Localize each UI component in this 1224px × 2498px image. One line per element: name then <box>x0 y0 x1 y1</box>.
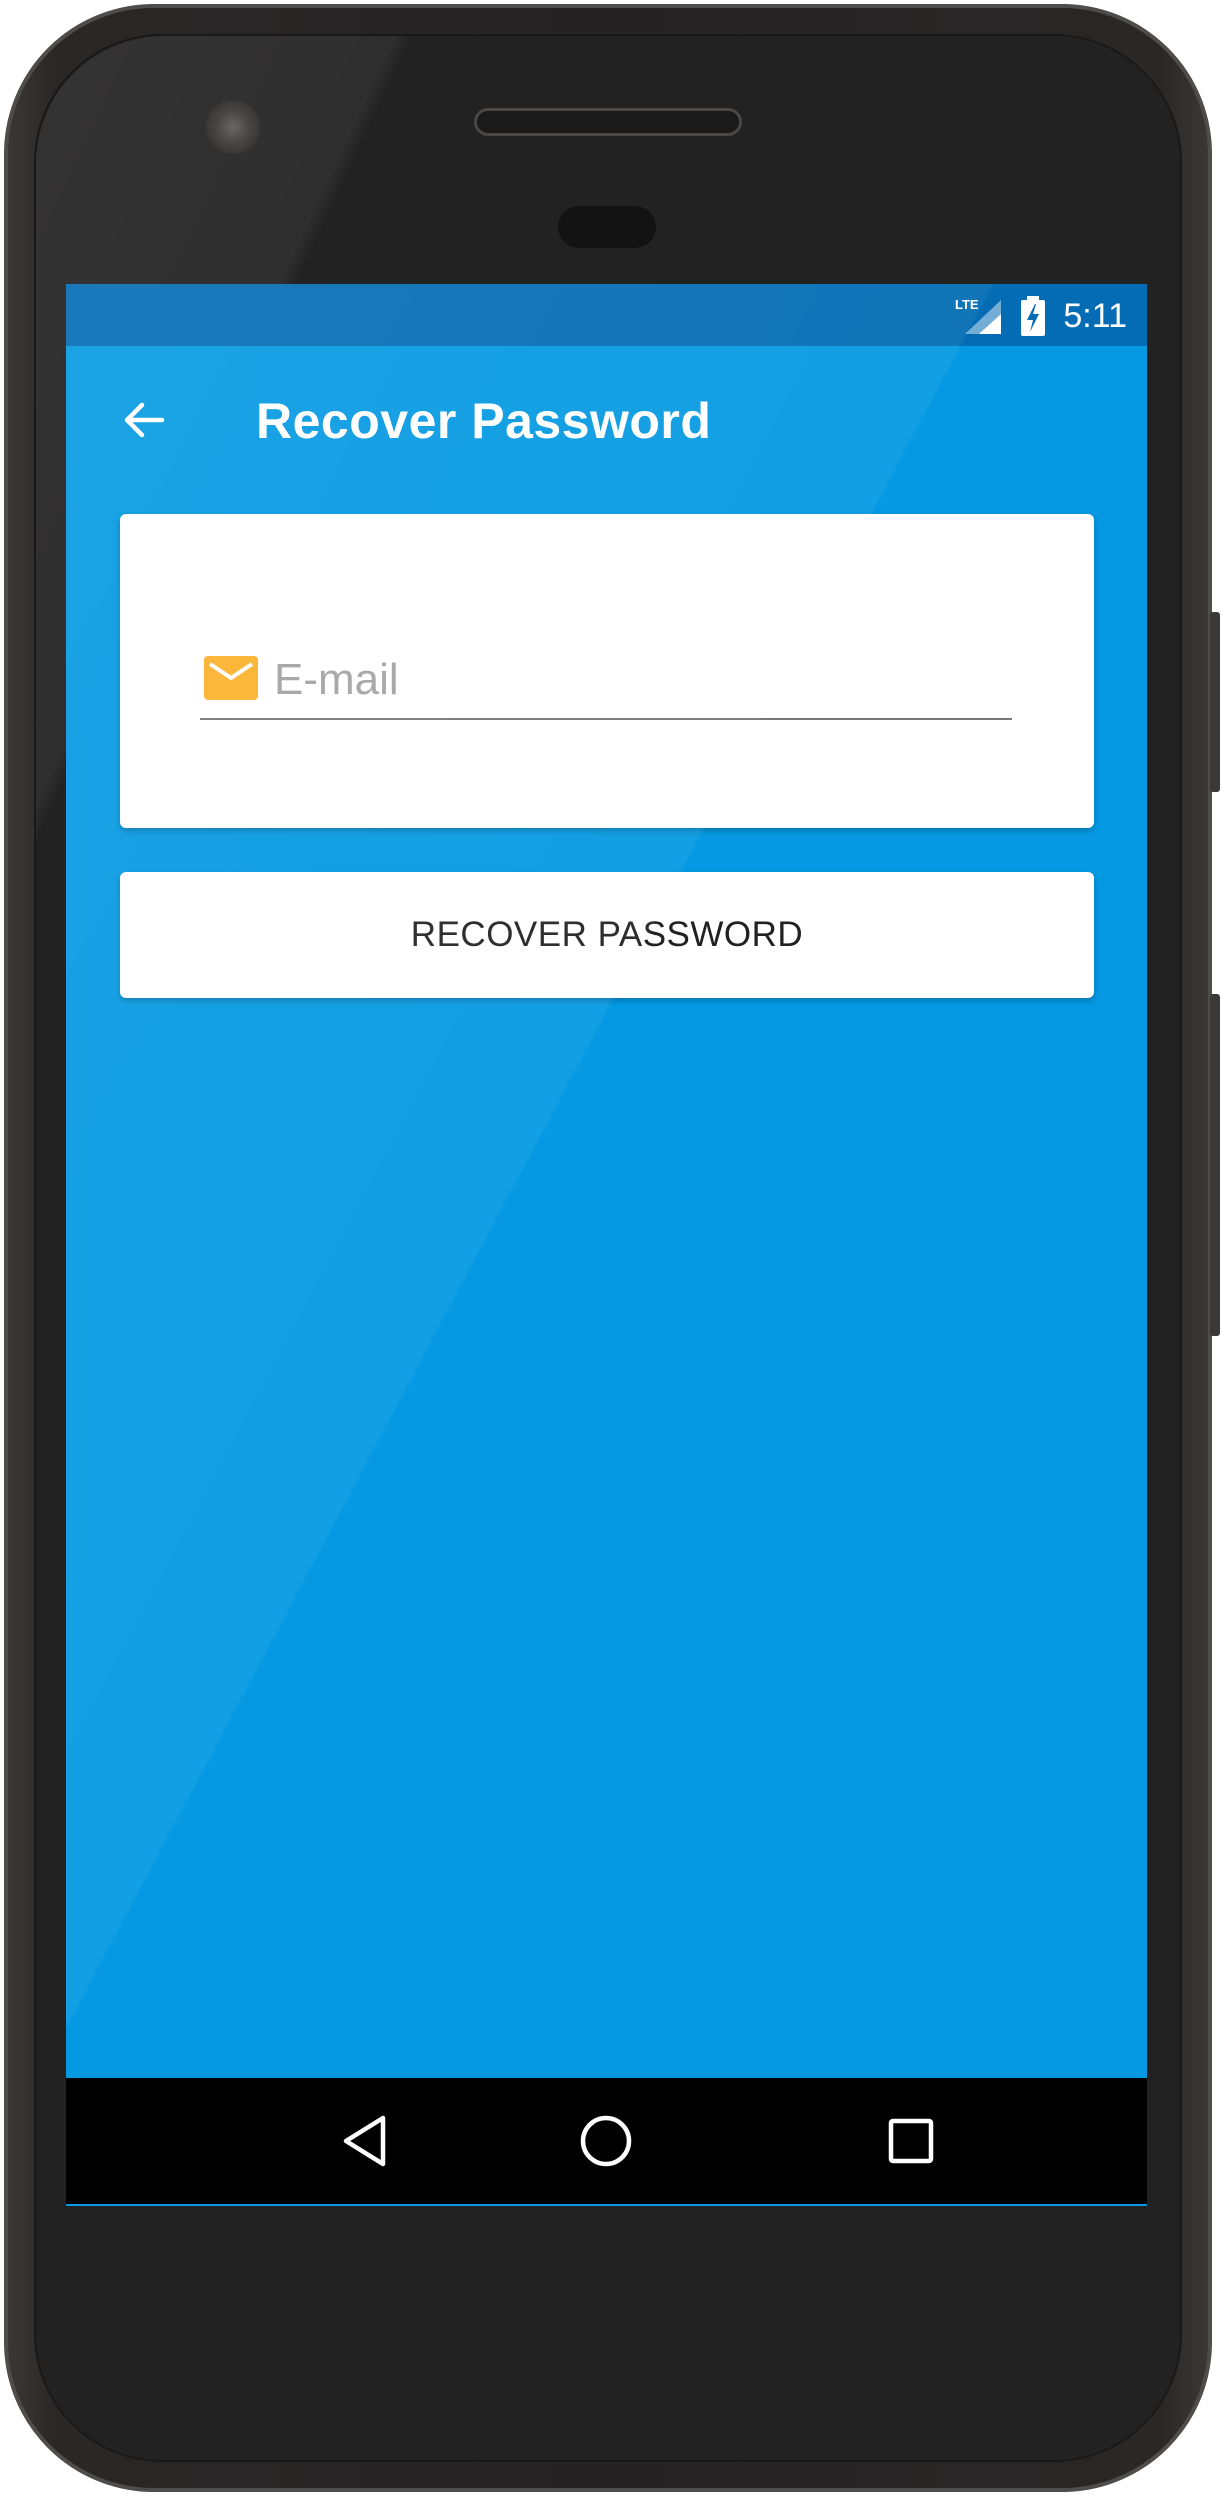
arrow-left-icon <box>124 402 165 438</box>
front-camera <box>206 100 260 154</box>
app-screen: LTE 5:11 Recover Password E-mail RECOVER… <box>66 284 1147 2206</box>
nav-home-button[interactable] <box>561 2096 651 2186</box>
nav-back-button[interactable] <box>320 2096 410 2186</box>
mail-icon <box>204 656 258 700</box>
app-bar: Recover Password <box>66 346 1147 492</box>
recover-password-label: RECOVER PASSWORD <box>410 915 804 954</box>
power-button <box>1210 612 1220 792</box>
email-card <box>120 514 1094 828</box>
email-field <box>200 648 1012 720</box>
home-circle-icon <box>580 2115 632 2167</box>
earpiece-speaker <box>474 108 742 136</box>
battery-charging-icon <box>1021 296 1046 336</box>
page-title: Recover Password <box>256 393 712 449</box>
status-time: 5:11 <box>1063 296 1127 335</box>
status-bar: LTE 5:11 <box>66 284 1147 346</box>
device-frame: LTE 5:11 Recover Password E-mail RECOVER… <box>0 0 1224 2498</box>
lte-signal-icon: LTE <box>955 297 1002 334</box>
email-input[interactable] <box>274 648 1004 712</box>
back-button[interactable] <box>110 386 178 454</box>
recover-password-button[interactable]: RECOVER PASSWORD <box>120 872 1094 998</box>
nav-recents-button[interactable] <box>866 2096 956 2186</box>
proximity-sensor <box>558 206 656 248</box>
recents-square-icon <box>888 2118 934 2164</box>
navigation-bar <box>66 2078 1147 2204</box>
back-triangle-icon <box>343 2115 386 2167</box>
svg-text:LTE: LTE <box>955 297 979 312</box>
volume-button <box>1210 994 1220 1336</box>
